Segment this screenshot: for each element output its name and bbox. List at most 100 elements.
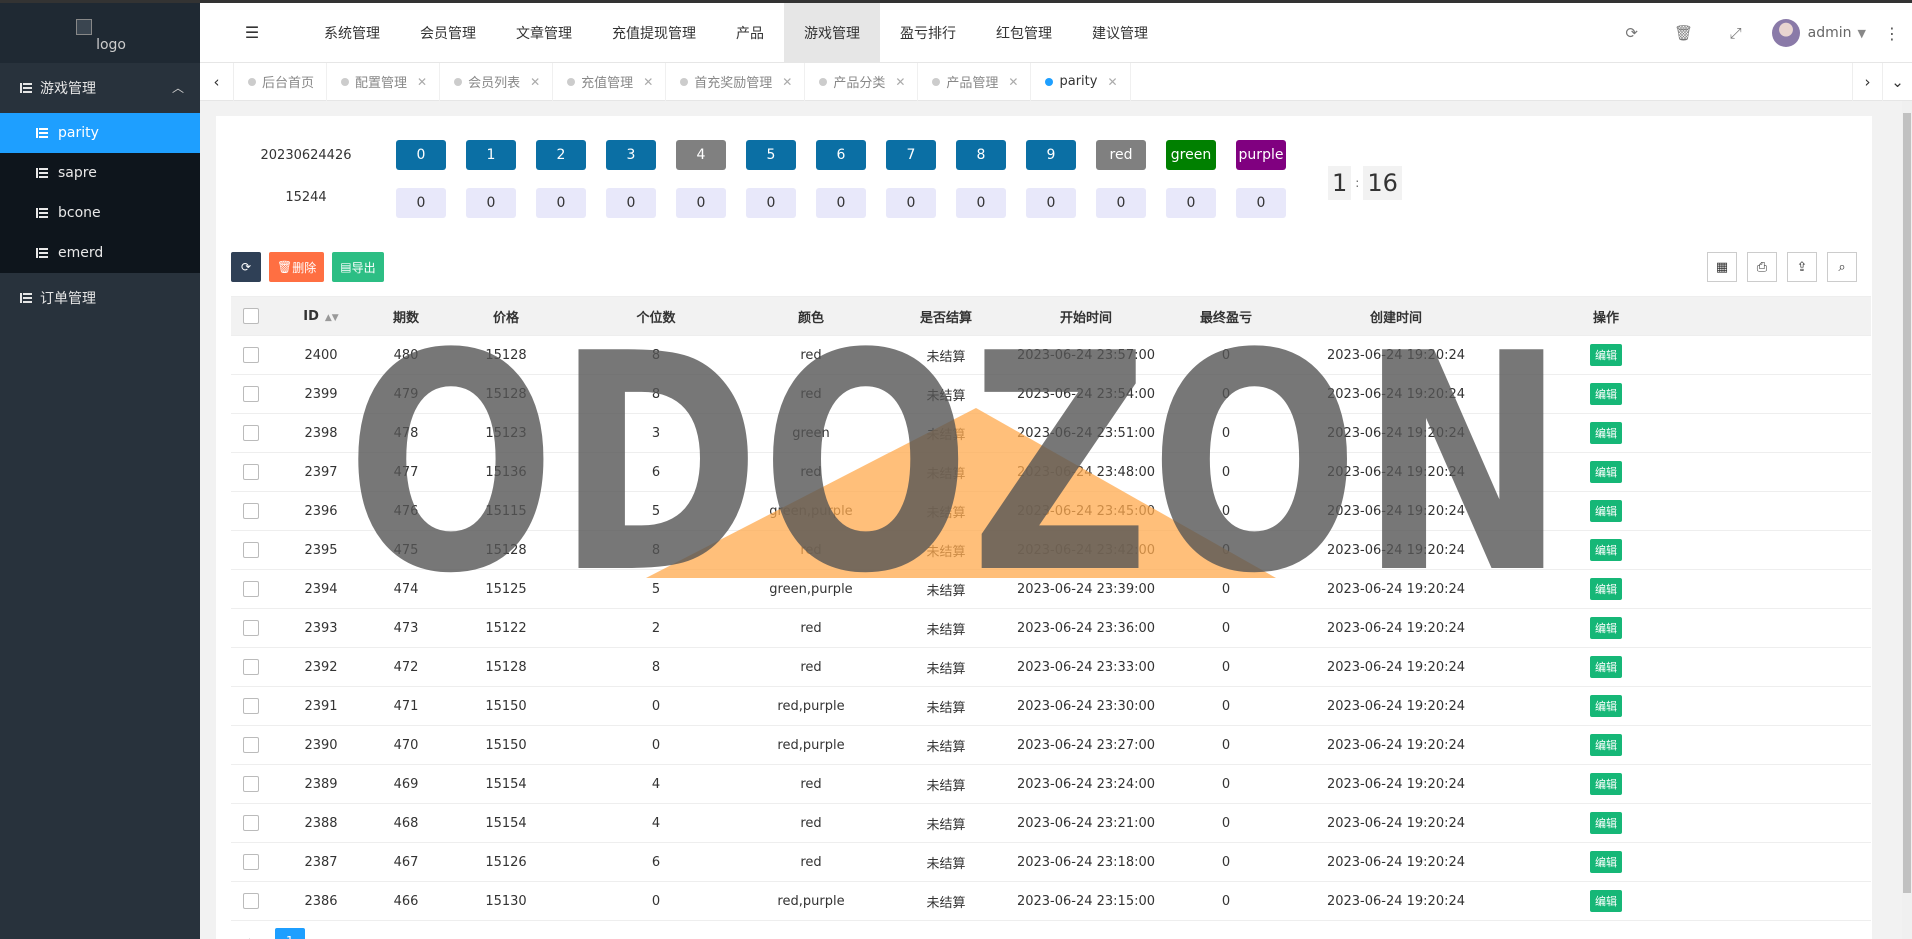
row-select[interactable] [231,452,271,492]
tab-members[interactable]: 会员列表 ✕ [440,62,554,101]
menu-group-order[interactable]: 订单管理 [0,273,200,323]
bet-button-2[interactable]: 2 [536,140,586,170]
checkbox[interactable] [243,698,259,714]
bet-button-red[interactable]: red [1096,140,1146,170]
tab-product-manage[interactable]: 产品管理 ✕ [918,62,1032,101]
tab-menu-chevron-down-icon[interactable]: ⌄ [1882,63,1912,101]
edit-button[interactable]: 编辑 [1590,734,1622,756]
bet-button-purple[interactable]: purple [1236,140,1286,170]
bet-button-5[interactable]: 5 [746,140,796,170]
delete-button[interactable]: 🗑 删除 [269,252,325,282]
tab-first-reward[interactable]: 首充奖励管理 ✕ [666,62,806,101]
columns-icon[interactable]: ▦ [1707,252,1737,282]
row-select[interactable] [231,335,271,375]
checkbox[interactable] [243,386,259,402]
tab-parity[interactable]: parity ✕ [1031,62,1131,101]
edit-button[interactable]: 编辑 [1590,773,1622,795]
nav-system[interactable]: 系统管理 [304,3,400,63]
export-button[interactable]: ▤ 导出 [332,252,384,282]
checkbox[interactable] [243,308,259,324]
logo[interactable]: logo [0,3,200,63]
bet-button-green[interactable]: green [1166,140,1216,170]
menu-group-game[interactable]: 游戏管理 ︿ [0,63,200,113]
refresh-button[interactable]: ⟳ [231,252,261,282]
close-icon[interactable]: ✕ [417,75,427,89]
tab-product-category[interactable]: 产品分类 ✕ [805,62,919,101]
row-select[interactable] [231,725,271,765]
close-icon[interactable]: ✕ [643,75,653,89]
bet-button-1[interactable]: 1 [466,140,516,170]
edit-button[interactable]: 编辑 [1590,851,1622,873]
sidebar-item-bcone[interactable]: bcone [0,193,200,233]
pager-prev-icon[interactable]: ‹ [246,934,251,939]
nav-suggestions[interactable]: 建议管理 [1072,3,1168,63]
row-select[interactable] [231,842,271,882]
edit-button[interactable]: 编辑 [1590,422,1622,444]
edit-button[interactable]: 编辑 [1590,539,1622,561]
close-icon[interactable]: ✕ [782,75,792,89]
scrollbar-thumb[interactable] [1903,113,1911,893]
fullscreen-icon[interactable]: ⤢ [1710,24,1762,42]
select-all[interactable] [231,296,271,336]
bet-button-6[interactable]: 6 [816,140,866,170]
caret-down-icon[interactable]: ▼ [1858,27,1866,40]
page-scrollbar[interactable] [1902,101,1912,939]
checkbox[interactable] [243,464,259,480]
sidebar-item-emerd[interactable]: emerd [0,233,200,273]
nav-games[interactable]: 游戏管理 [784,2,880,63]
row-select[interactable] [231,764,271,804]
sidebar-item-sapre[interactable]: sapre [0,153,200,193]
edit-button[interactable]: 编辑 [1590,578,1622,600]
checkbox[interactable] [243,815,259,831]
more-icon[interactable]: ⋮ [1872,24,1912,43]
edit-button[interactable]: 编辑 [1590,461,1622,483]
checkbox[interactable] [243,737,259,753]
checkbox[interactable] [243,620,259,636]
nav-recharge[interactable]: 充值提现管理 [592,3,716,63]
sort-icon[interactable]: ▲▼ [325,313,339,323]
tab-config[interactable]: 配置管理 ✕ [327,62,441,101]
edit-button[interactable]: 编辑 [1590,812,1622,834]
checkbox[interactable] [243,503,259,519]
checkbox[interactable] [243,659,259,675]
row-select[interactable] [231,647,271,687]
nav-articles[interactable]: 文章管理 [496,3,592,63]
bet-button-7[interactable]: 7 [886,140,936,170]
bet-button-4[interactable]: 4 [676,140,726,170]
print-icon[interactable]: ⎙ [1747,252,1777,282]
refresh-icon[interactable]: ⟳ [1606,24,1658,42]
checkbox[interactable] [243,347,259,363]
edit-button[interactable]: 编辑 [1590,344,1622,366]
checkbox[interactable] [243,776,259,792]
edit-button[interactable]: 编辑 [1590,656,1622,678]
nav-products[interactable]: 产品 [716,3,784,63]
nav-ranking[interactable]: 盈亏排行 [880,3,976,63]
checkbox[interactable] [243,425,259,441]
close-icon[interactable]: ✕ [530,75,540,89]
menu-toggle-icon[interactable]: ☰ [200,23,304,42]
row-select[interactable] [231,491,271,531]
bet-button-0[interactable]: 0 [396,140,446,170]
col-id[interactable]: ID ▲▼ [271,296,371,336]
sidebar-item-parity[interactable]: parity [0,113,200,153]
checkbox[interactable] [243,893,259,909]
tab-scroll-right-icon[interactable]: › [1852,63,1882,101]
bet-button-9[interactable]: 9 [1026,140,1076,170]
checkbox[interactable] [243,542,259,558]
avatar[interactable] [1771,19,1800,47]
tab-scroll-left-icon[interactable]: ‹ [200,62,234,101]
pager-current[interactable]: 1 [274,928,305,939]
row-select[interactable] [231,803,271,843]
checkbox[interactable] [243,581,259,597]
row-select[interactable] [231,608,271,648]
edit-button[interactable]: 编辑 [1590,695,1622,717]
close-icon[interactable]: ✕ [1008,75,1018,89]
row-select[interactable] [231,374,271,414]
close-icon[interactable]: ✕ [1107,75,1117,89]
bet-button-3[interactable]: 3 [606,140,656,170]
user-name[interactable]: admin [1808,25,1852,41]
tab-home[interactable]: 后台首页 [234,62,328,101]
row-select[interactable] [231,413,271,453]
nav-members[interactable]: 会员管理 [400,3,496,63]
edit-button[interactable]: 编辑 [1590,617,1622,639]
